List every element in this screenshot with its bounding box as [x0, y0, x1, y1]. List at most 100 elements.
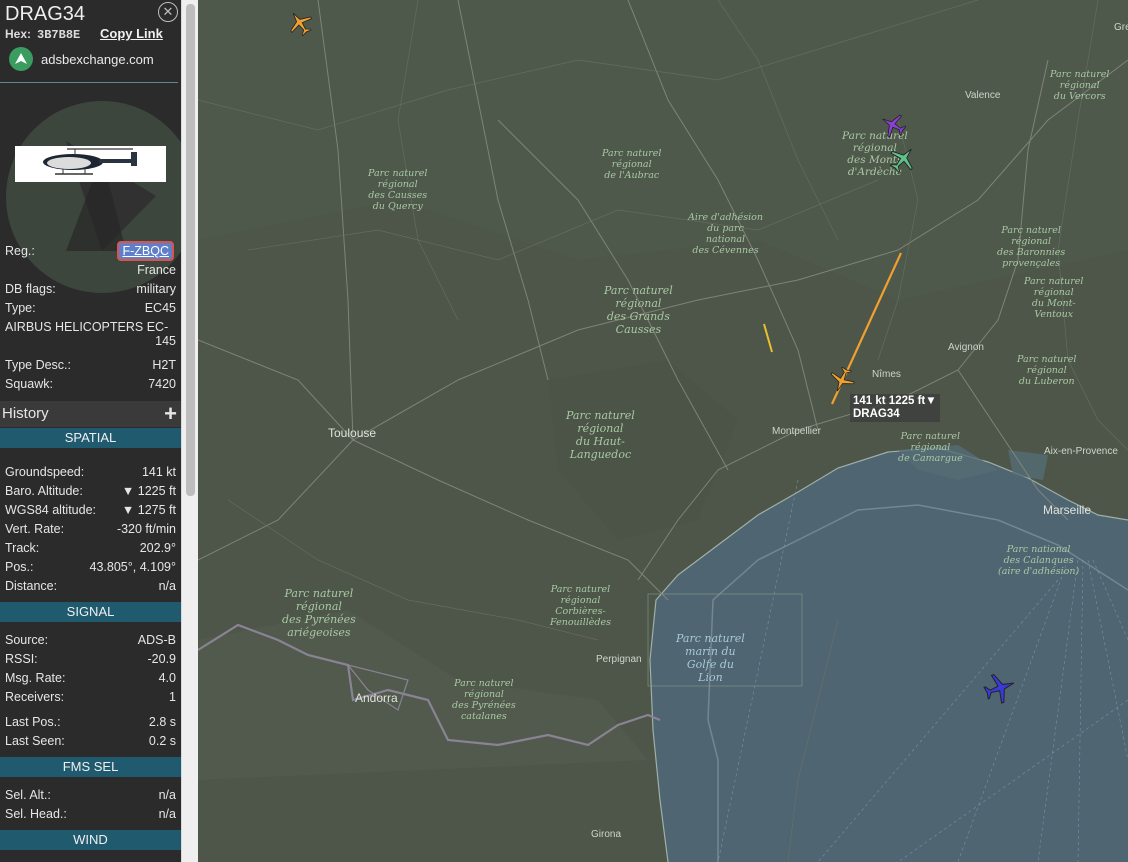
hex-label: Hex: [5, 27, 32, 41]
scrollbar-thumb[interactable] [186, 4, 195, 496]
msg-rate-label: Msg. Rate: [5, 671, 66, 685]
city-montpellier: Montpellier [772, 426, 821, 437]
distance-value: n/a [158, 579, 176, 593]
msg-rate-value: 4.0 [158, 671, 176, 685]
sel-alt-label: Sel. Alt.: [5, 788, 51, 802]
section-spatial[interactable]: SPATIAL [0, 428, 181, 448]
city-perpignan: Perpignan [596, 654, 642, 665]
sel-alt-value: n/a [158, 788, 176, 802]
park-ventoux-label: Parc naturel régional du Mont- Ventoux [1024, 276, 1084, 320]
receivers-value: 1 [169, 690, 176, 704]
park-corbieres-label: Parc naturel régional Corbières- Fenouil… [550, 584, 611, 628]
adsbexchange-text: adsbexchange.com [41, 52, 154, 67]
city-aix: Aix-en-Provence [1044, 446, 1118, 457]
last-pos-label: Last Pos.: [5, 715, 61, 729]
park-calanques-label: Parc national des Calanques (aire d'adhé… [998, 544, 1080, 577]
park-grands-causses-label: Parc naturel régional des Grands Causses [604, 284, 673, 336]
signal-row: Last Pos.: 2.8 s [5, 715, 176, 731]
park-camargue-label: Parc naturel régional de Camargue [898, 431, 963, 464]
squawk-value: 7420 [148, 377, 176, 391]
position-value: 43.805°, 4.109° [89, 560, 176, 574]
aircraft-photo[interactable] [15, 146, 166, 182]
type-name-line2: 145 [155, 334, 176, 348]
squawk-row: Squawk: 7420 [5, 377, 176, 393]
db-flags-value: military [136, 282, 176, 296]
source-label: Source: [5, 633, 49, 647]
aircraft-info-panel: DRAG34 ✕ Hex: 3B7B8E Copy Link adsbexchan… [0, 0, 181, 862]
aircraft-marker-purple-icon[interactable] [880, 112, 906, 138]
source-value: ADS-B [137, 633, 176, 647]
squawk-label: Squawk: [5, 377, 53, 391]
section-fms-sel[interactable]: FMS SEL [0, 757, 181, 777]
signal-row: Source: ADS-B [5, 633, 176, 649]
expand-plus-icon[interactable]: + [164, 401, 177, 427]
spatial-row: Distance: n/a [5, 579, 176, 595]
hex-value: 3B7B8E [37, 28, 81, 42]
signal-row: RSSI: -20.9 [5, 652, 176, 668]
city-marseille: Marseille [1043, 503, 1092, 517]
last-pos-value: 2.8 s [148, 715, 176, 729]
signal-row: Msg. Rate: 4.0 [5, 671, 176, 687]
aircraft-marker-blue-icon[interactable] [982, 672, 1018, 704]
type-desc-row: Type Desc.: H2T [5, 358, 176, 374]
selected-aircraft-marker-icon[interactable] [829, 367, 855, 393]
wgs84-altitude-value: ▼ 1275 ft [121, 503, 176, 517]
vert-rate-value: -320 ft/min [116, 522, 176, 536]
city-andorra: Andorra [355, 691, 398, 705]
section-signal[interactable]: SIGNAL [0, 602, 181, 622]
park-quercy-label: Parc naturel régional des Causses du Que… [368, 168, 428, 212]
selected-aircraft-callsign: DRAG34 [853, 408, 900, 420]
vert-rate-label: Vert. Rate: [5, 522, 65, 536]
country: France [137, 263, 176, 277]
park-baronnies-label: Parc naturel régional des Baronnies prov… [997, 225, 1066, 269]
park-cevennes-label: Aire d'adhésion du parc national des Cév… [688, 212, 764, 256]
db-flags-label: DB flags: [5, 282, 56, 296]
city-girona: Girona [591, 829, 622, 840]
aircraft-marker-green-icon[interactable] [889, 145, 917, 173]
spatial-row: Vert. Rate: -320 ft/min [5, 522, 176, 538]
position-label: Pos.: [5, 560, 34, 574]
type-value: EC45 [144, 301, 176, 315]
close-icon[interactable]: ✕ [158, 2, 178, 22]
baro-altitude-label: Baro. Altitude: [5, 484, 83, 498]
history-header[interactable]: History + [0, 401, 181, 427]
reg-link[interactable]: F-ZBQC [117, 241, 174, 261]
type-name-line1: AIRBUS HELICOPTERS EC- [5, 320, 169, 334]
fms-row: Sel. Alt.: n/a [5, 788, 176, 804]
map-view[interactable]: Parc naturel régional des Causses du Que… [198, 0, 1128, 862]
park-aubrac-label: Parc naturel régional de l'Aubrac [602, 148, 662, 181]
park-luberon-label: Parc naturel régional du Luberon [1017, 354, 1077, 387]
receivers-label: Receivers: [5, 690, 65, 704]
city-valence: Valence [965, 90, 1001, 101]
header-divider [0, 82, 178, 83]
reg-row: Reg.: F-ZBQC [5, 241, 176, 261]
track-value: 202.9° [139, 541, 176, 555]
hex-row: Hex: 3B7B8E [5, 27, 80, 42]
signal-row: Last Seen: 0.2 s [5, 734, 176, 750]
city-nimes: Nîmes [872, 369, 901, 380]
section-wind[interactable]: WIND [0, 830, 181, 850]
aircraft-marker-orange-icon[interactable] [287, 10, 313, 36]
groundspeed-value: 141 kt [141, 465, 176, 479]
sidebar-scrollbar[interactable] [181, 0, 198, 862]
aircraft-callsign: DRAG34 [5, 3, 86, 25]
spatial-row: WGS84 altitude: ▼ 1275 ft [5, 503, 176, 519]
sel-head-value: n/a [158, 807, 176, 821]
city-avignon: Avignon [948, 342, 984, 353]
spatial-row: Baro. Altitude: ▼ 1225 ft [5, 484, 176, 500]
type-row: Type: EC45 [5, 301, 176, 317]
db-flags-row: DB flags: military [5, 282, 176, 298]
fms-row: Sel. Head.: n/a [5, 807, 176, 823]
sel-head-label: Sel. Head.: [5, 807, 67, 821]
wgs84-altitude-label: WGS84 altitude: [5, 503, 97, 517]
selected-aircraft-speed-alt: 141 kt 1225 ft▼ [853, 395, 937, 407]
park-golfe-lion-label: Parc naturel marin du Golfe du Lion [676, 632, 745, 684]
adsbexchange-logo-icon [9, 47, 33, 71]
copy-link-button[interactable]: Copy Link [100, 26, 163, 41]
city-gre: Gre [1114, 22, 1128, 33]
park-pyrenees-ariegeoises-label: Parc naturel régional des Pyrénées ariég… [282, 587, 356, 639]
reg-label: Reg.: [5, 244, 35, 258]
spatial-row: Groundspeed: 141 kt [5, 465, 176, 481]
rssi-value: -20.9 [147, 652, 177, 666]
park-vercors-label: Parc naturel régional du Vercors [1050, 69, 1110, 102]
